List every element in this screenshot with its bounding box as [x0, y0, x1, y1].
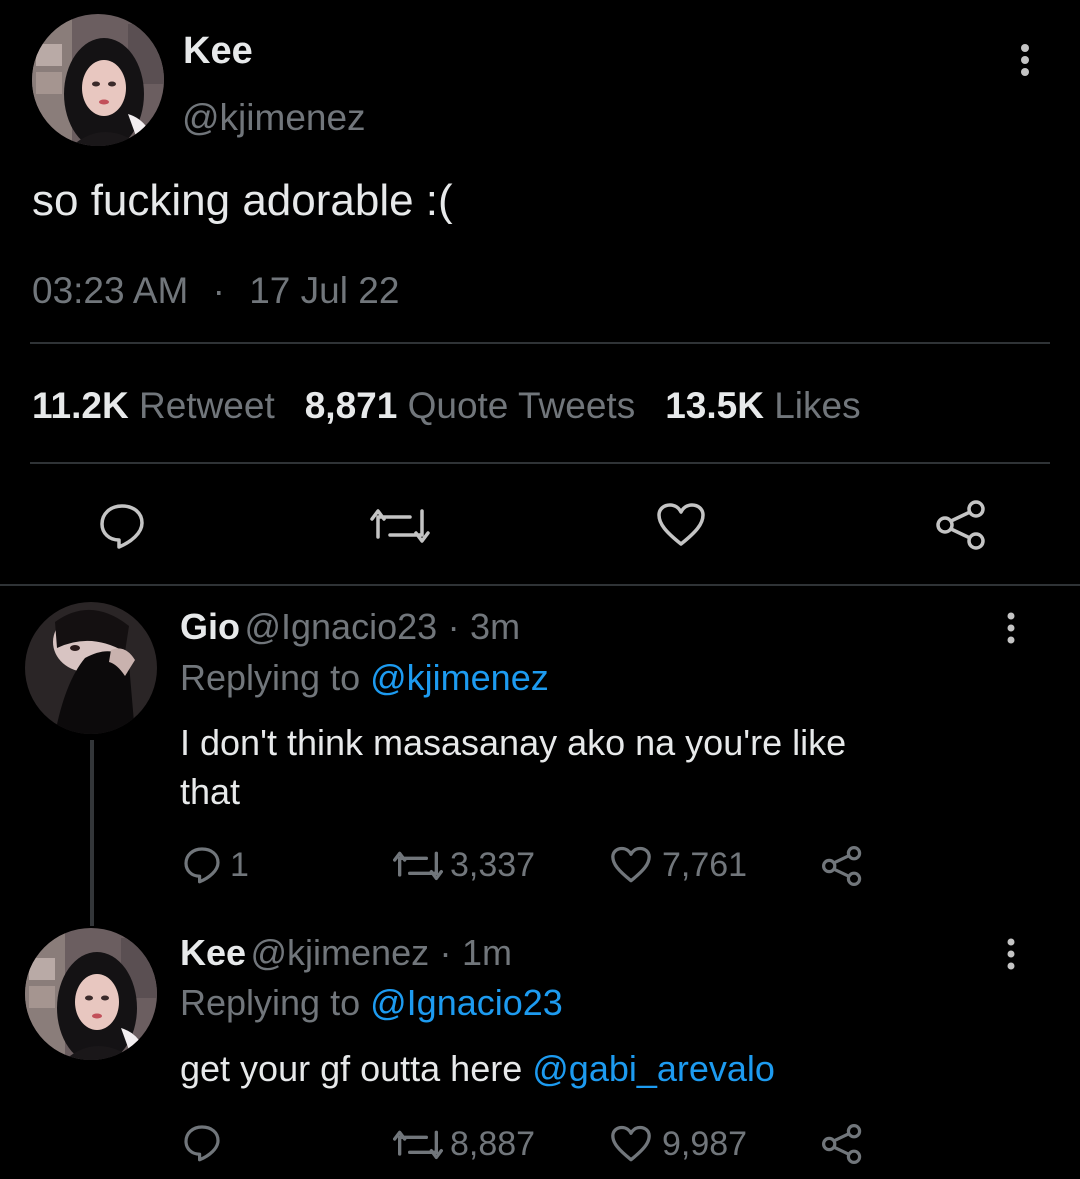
tweet-date: 17 Jul 22	[249, 270, 400, 311]
reply-count: 1	[230, 846, 249, 884]
tweet-text: so fucking adorable :(	[32, 176, 453, 225]
replying-to-mention[interactable]: @Ignacio23	[370, 982, 563, 1023]
replying-to-label: Replying to	[180, 657, 361, 698]
share-icon[interactable]	[822, 846, 862, 886]
more-options-icon[interactable]	[998, 936, 1024, 972]
share-icon[interactable]	[822, 1124, 862, 1164]
heart-icon[interactable]	[656, 502, 706, 548]
reply-author-handle[interactable]: @Ignacio23	[244, 606, 437, 647]
reply-text: get your gf outta here @gabi_arevalo	[180, 1044, 775, 1093]
meta-separator: ·	[447, 606, 460, 647]
quotes-stat[interactable]: 8,871 Quote Tweets	[305, 385, 636, 426]
replying-to: Replying to @kjimenez	[180, 657, 549, 699]
more-options-icon[interactable]	[1010, 40, 1040, 80]
avatar-kee[interactable]	[25, 928, 157, 1060]
reply-author-handle[interactable]: @kjimenez	[251, 932, 430, 973]
avatar-gio[interactable]	[25, 602, 157, 734]
reply-age[interactable]: 1m	[462, 932, 512, 973]
share-icon[interactable]	[936, 500, 986, 550]
reply-header: Kee @kjimenez · 1m	[180, 932, 512, 974]
reply-age[interactable]: 3m	[470, 606, 520, 647]
reply-text: I don't think masasanay ako na you're li…	[180, 718, 846, 816]
replying-to: Replying to @Ignacio23	[180, 982, 563, 1024]
reply-author-name[interactable]: Gio	[180, 606, 240, 647]
divider	[30, 462, 1050, 464]
more-options-icon[interactable]	[998, 610, 1024, 646]
mention-link[interactable]: @gabi_arevalo	[532, 1048, 775, 1089]
tweet-timestamp[interactable]: 03:23 AM · 17 Jul 22	[32, 270, 399, 312]
reply-icon[interactable]	[182, 1123, 222, 1163]
retweet-icon[interactable]	[393, 1127, 443, 1161]
avatar-kee[interactable]	[32, 14, 164, 146]
replying-to-label: Replying to	[180, 982, 361, 1023]
replying-to-mention[interactable]: @kjimenez	[370, 657, 549, 698]
retweet-count: 3,337	[450, 846, 536, 884]
retweet-icon[interactable]	[393, 848, 443, 882]
retweet-icon[interactable]	[370, 505, 430, 545]
author-handle[interactable]: @kjimenez	[182, 97, 366, 139]
meta-separator: ·	[439, 932, 452, 973]
reply-author-name[interactable]: Kee	[180, 932, 246, 973]
thread-line	[90, 740, 94, 926]
reply-text-line: I don't think masasanay ako na you're li…	[180, 722, 847, 763]
heart-icon[interactable]	[610, 1125, 652, 1163]
reply-icon[interactable]	[182, 845, 222, 885]
tweet-time: 03:23 AM	[32, 270, 189, 311]
like-count: 7,761	[662, 846, 748, 884]
divider	[0, 584, 1080, 586]
likes-stat[interactable]: 13.5K Likes	[665, 385, 860, 426]
like-count: 9,987	[662, 1125, 748, 1163]
heart-icon[interactable]	[610, 846, 652, 884]
retweet-count: 8,887	[450, 1125, 536, 1163]
reply-text-line: that	[180, 771, 241, 812]
author-name[interactable]: Kee	[183, 30, 253, 73]
divider	[30, 342, 1050, 344]
tweet-stats: 11.2K Retweet 8,871 Quote Tweets 13.5K Lik…	[32, 385, 861, 427]
retweets-stat[interactable]: 11.2K Retweet	[32, 385, 275, 426]
meta-separator: ·	[212, 270, 225, 311]
reply-header: Gio @Ignacio23 · 3m	[180, 606, 520, 648]
reply-icon[interactable]	[97, 502, 147, 550]
reply-text-body: get your gf outta here	[180, 1048, 523, 1089]
